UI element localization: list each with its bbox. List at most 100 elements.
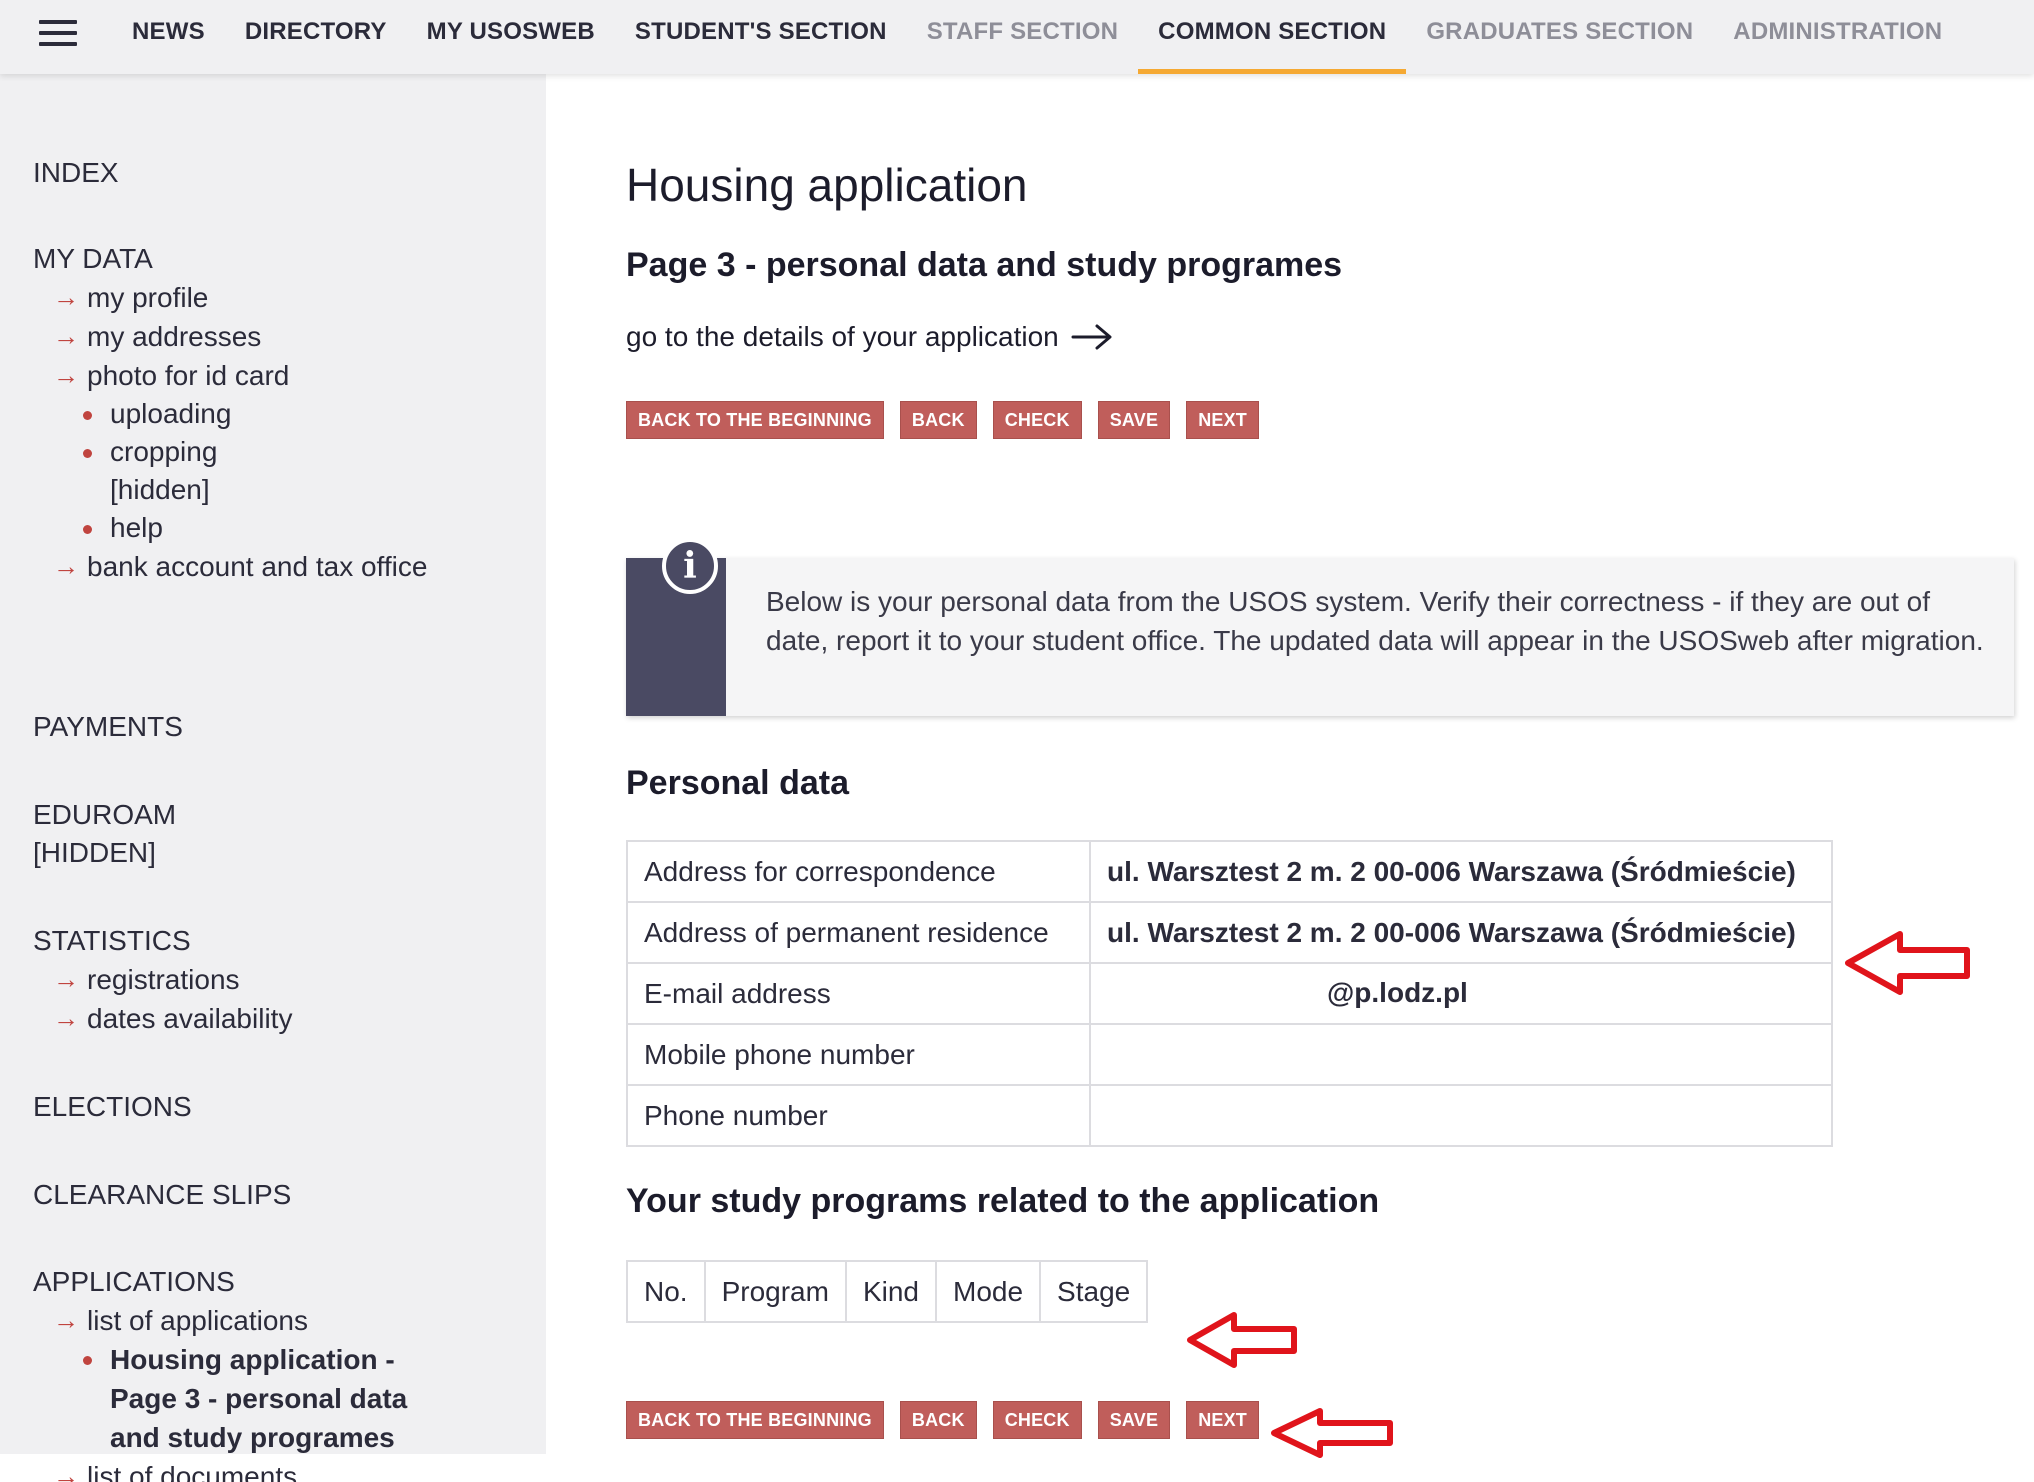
bullet-icon: [83, 449, 92, 458]
arrow-right-icon: →: [53, 1305, 79, 1335]
sidebar-item-eduroam[interactable]: EDUROAM: [33, 796, 176, 834]
row-label: Mobile phone number: [626, 1023, 1091, 1086]
sidebar-sub-help[interactable]: help: [33, 509, 427, 547]
sidebar-link-list-documents[interactable]: → list of documents: [33, 1457, 443, 1482]
bullet-icon: [83, 411, 92, 420]
arrow-right-icon: →: [53, 964, 79, 994]
row-value: ul. Warsztest 2 m. 2 00-006 Warszawa (Śr…: [1089, 901, 1833, 964]
arrow-right-icon: →: [53, 1003, 79, 1033]
page-subtitle: Page 3 - personal data and study program…: [626, 246, 1343, 284]
sidebar-eduroam-section: EDUROAM [HIDDEN]: [33, 796, 176, 872]
sidebar-item-payments[interactable]: PAYMENTS: [33, 708, 183, 746]
page-title: Housing application: [626, 159, 1028, 211]
arrow-right-icon: →: [53, 360, 79, 390]
column-header: Mode: [934, 1260, 1042, 1323]
save-button[interactable]: SAVE: [1097, 1401, 1171, 1439]
back-to-beginning-button[interactable]: BACK TO THE BEGINNING: [626, 401, 884, 439]
sidebar-item-eduroam-hidden: [HIDDEN]: [33, 837, 156, 868]
app-root: NEWS DIRECTORY MY USOSWEB STUDENT'S SECT…: [0, 0, 2034, 1482]
sidebar-link-label: list of applications: [87, 1305, 309, 1336]
nav-common-section[interactable]: COMMON SECTION: [1138, 0, 1407, 74]
personal-data-table: Address for correspondence ul. Warsztest…: [626, 840, 1833, 1147]
sidebar-item-applications[interactable]: APPLICATIONS: [33, 1263, 443, 1301]
nav-my-usosweb[interactable]: MY USOSWEB: [407, 0, 615, 74]
table-row: Phone number: [626, 1084, 1833, 1147]
email-domain: @p.lodz.pl: [1327, 977, 1468, 1009]
sidebar-elections-section: ELECTIONS: [33, 1088, 192, 1126]
info-box: i Below is your personal data from the U…: [626, 538, 2014, 716]
sidebar-link-photo-id-card[interactable]: → photo for id card: [33, 356, 427, 395]
nav-administration[interactable]: ADMINISTRATION: [1713, 0, 1962, 74]
sidebar-my-data-section: MY DATA → my profile → my addresses → photo…: [33, 240, 427, 586]
table-row: Address for correspondence ul. Warsztest…: [626, 840, 1833, 903]
column-header: Stage: [1039, 1260, 1149, 1323]
button-row-top: BACK TO THE BEGINNING BACK CHECK SAVE NE…: [626, 401, 1259, 439]
nav-staff-section[interactable]: STAFF SECTION: [907, 0, 1138, 74]
sidebar-link-label: list of documents: [87, 1461, 298, 1482]
sidebar-link-my-profile[interactable]: → my profile: [33, 278, 427, 317]
sidebar-statistics-section: STATISTICS → registrations → dates availab…: [33, 922, 292, 1038]
sidebar-clearance-section: CLEARANCE SLIPS: [33, 1176, 291, 1214]
annotation-arrow-icon: [1187, 1312, 1297, 1368]
sidebar-sub-label: [hidden]: [110, 474, 210, 505]
bullet-icon: [83, 1356, 92, 1365]
sidebar-sub-current-application[interactable]: Housing application - Page 3 - personal …: [33, 1340, 443, 1457]
row-label: E-mail address: [626, 962, 1091, 1025]
row-label: Address for correspondence: [626, 840, 1091, 903]
nav-graduates-section[interactable]: GRADUATES SECTION: [1406, 0, 1713, 74]
row-label: Address of permanent residence: [626, 901, 1091, 964]
sidebar-item-elections[interactable]: ELECTIONS: [33, 1088, 192, 1126]
personal-data-title: Personal data: [626, 764, 849, 802]
check-button[interactable]: CHECK: [992, 1401, 1082, 1439]
nav-students-section[interactable]: STUDENT'S SECTION: [615, 0, 907, 74]
sidebar-sub-label: Housing application - Page 3 - personal …: [110, 1344, 408, 1453]
sidebar-link-registrations[interactable]: → registrations: [33, 960, 292, 999]
row-value-email: @p.lodz.pl: [1089, 962, 1833, 1025]
sidebar-link-label: my profile: [87, 282, 209, 313]
study-programs-title: Your study programs related to the appli…: [626, 1182, 1380, 1220]
sidebar-sub-uploading[interactable]: uploading: [33, 395, 427, 433]
arrow-right-icon: →: [53, 551, 79, 581]
info-text: Below is your personal data from the USO…: [766, 586, 1984, 656]
sidebar-item-statistics[interactable]: STATISTICS: [33, 922, 292, 960]
table-row: Address of permanent residence ul. Warsz…: [626, 901, 1833, 964]
sidebar-item-index[interactable]: INDEX: [33, 154, 119, 192]
column-header: Kind: [844, 1260, 938, 1323]
save-button[interactable]: SAVE: [1097, 401, 1171, 439]
details-link[interactable]: go to the details of your application: [626, 321, 1113, 353]
nav-items: NEWS DIRECTORY MY USOSWEB STUDENT'S SECT…: [112, 0, 1962, 74]
arrow-right-icon: →: [53, 282, 79, 312]
back-to-beginning-button[interactable]: BACK TO THE BEGINNING: [626, 1401, 884, 1439]
nav-news[interactable]: NEWS: [112, 0, 225, 74]
sidebar: INDEX MY DATA → my profile → my addresses …: [0, 74, 546, 1482]
table-header-row: No. Program Kind Mode Stage: [626, 1260, 1149, 1323]
table-row: Mobile phone number: [626, 1023, 1833, 1086]
top-nav: NEWS DIRECTORY MY USOSWEB STUDENT'S SECT…: [0, 0, 2034, 74]
sidebar-link-bank-account[interactable]: → bank account and tax office: [33, 547, 427, 586]
bullet-icon: [83, 525, 92, 534]
sidebar-sub-label: help: [110, 512, 163, 543]
sidebar-item-clearance-slips[interactable]: CLEARANCE SLIPS: [33, 1176, 291, 1214]
next-button[interactable]: NEXT: [1186, 1401, 1259, 1439]
nav-directory[interactable]: DIRECTORY: [225, 0, 407, 74]
button-row-bottom: BACK TO THE BEGINNING BACK CHECK SAVE NE…: [626, 1401, 1259, 1439]
next-button[interactable]: NEXT: [1186, 401, 1259, 439]
sidebar-sub-cropping[interactable]: cropping: [33, 433, 427, 471]
annotation-arrow-icon: [1845, 931, 1970, 995]
sidebar-payments-section: PAYMENTS: [33, 708, 183, 746]
sidebar-index-section: INDEX: [33, 154, 119, 192]
sidebar-link-my-addresses[interactable]: → my addresses: [33, 317, 427, 356]
sidebar-sub-label: cropping: [110, 436, 218, 467]
details-link-label: go to the details of your application: [626, 321, 1059, 352]
back-button[interactable]: BACK: [899, 1401, 977, 1439]
sidebar-link-label: dates availability: [87, 1003, 293, 1034]
sidebar-link-list-applications[interactable]: → list of applications: [33, 1301, 443, 1340]
menu-icon[interactable]: [39, 20, 77, 46]
sidebar-link-label: my addresses: [87, 321, 262, 352]
row-value: ul. Warsztest 2 m. 2 00-006 Warszawa (Śr…: [1089, 840, 1833, 903]
sidebar-item-my-data[interactable]: MY DATA: [33, 240, 427, 278]
sidebar-link-dates-availability[interactable]: → dates availability: [33, 999, 292, 1038]
back-button[interactable]: BACK: [899, 401, 977, 439]
arrow-right-icon: →: [53, 1461, 79, 1482]
check-button[interactable]: CHECK: [992, 401, 1082, 439]
